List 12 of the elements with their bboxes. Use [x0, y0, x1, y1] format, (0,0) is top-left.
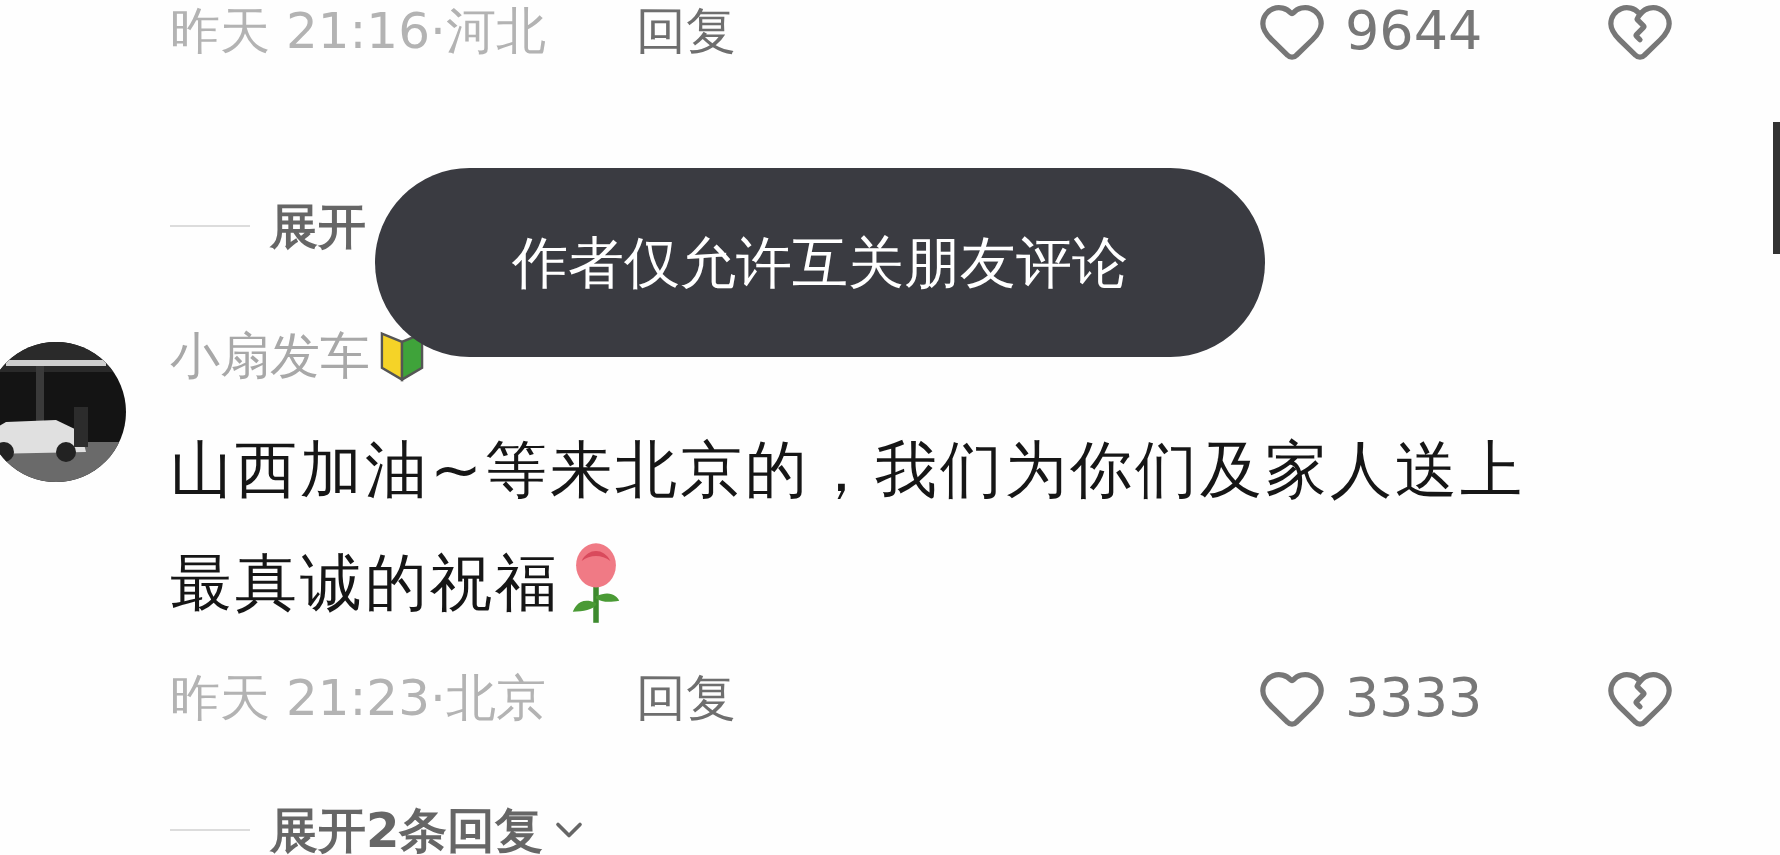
badge-icon — [378, 330, 426, 382]
like-count: 9644 — [1345, 4, 1484, 58]
like-count: 3333 — [1345, 671, 1484, 725]
reply-button[interactable]: 回复 — [635, 6, 736, 56]
toast: 作者仅允许互关朋友评论 — [375, 168, 1265, 357]
comment-time-location: 昨天 21:16·河北 — [170, 6, 546, 56]
comment-time-location: 昨天 21:23·北京 — [170, 673, 546, 723]
reply-button[interactable]: 回复 — [635, 673, 736, 723]
comment-text-line: 最真诚的祝福 — [170, 545, 560, 621]
comment-text-line: 山西加油~等来北京的，我们为你们及家人送上 — [170, 432, 1525, 508]
expand-replies-button[interactable]: 展开2条回复 — [270, 806, 592, 854]
expand-replies-button[interactable]: 展开 — [270, 202, 366, 250]
